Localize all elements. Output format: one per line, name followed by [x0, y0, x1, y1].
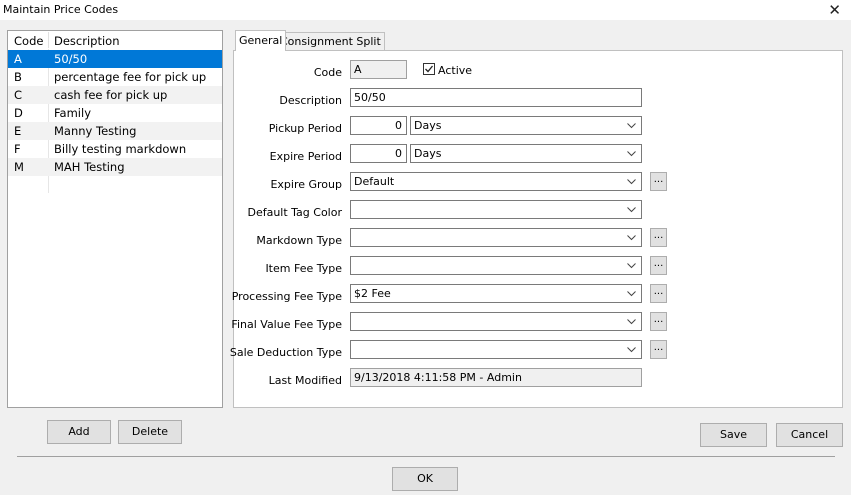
pickup-period-unit-value: Days [414, 119, 442, 132]
description-label: Description [279, 94, 342, 107]
list-item-description: cash fee for pick up [54, 88, 168, 102]
chevron-down-icon [627, 151, 636, 157]
sale-deduction-type-select[interactable] [350, 340, 642, 359]
expire-period-label: Expire Period [269, 150, 342, 163]
markdown-type-select[interactable] [350, 228, 642, 247]
chevron-down-icon [627, 291, 636, 297]
list-item-code: M [14, 160, 24, 174]
final-value-fee-type-label: Final Value Fee Type [231, 318, 342, 331]
last-modified-label: Last Modified [268, 374, 342, 387]
save-button[interactable]: Save [700, 423, 767, 447]
processing-fee-type-ellipsis-button[interactable]: ... [650, 284, 667, 303]
list-item-code: D [14, 106, 23, 120]
list-item-description: 50/50 [54, 52, 88, 66]
item-fee-type-select[interactable] [350, 256, 642, 275]
chevron-down-icon [627, 319, 636, 325]
tab-consignment-split[interactable]: Consignment Split [276, 32, 385, 50]
close-icon[interactable]: ✕ [828, 0, 841, 20]
chevron-down-icon [627, 235, 636, 241]
expire-period-unit-value: Days [414, 147, 442, 160]
list-item-description: MAH Testing [54, 160, 125, 174]
markdown-type-label: Markdown Type [256, 234, 342, 247]
column-header-description[interactable]: Description [54, 34, 120, 48]
list-item-description: Billy testing markdown [54, 142, 187, 156]
chevron-down-icon [627, 179, 636, 185]
tab-general[interactable]: General [235, 30, 287, 51]
expire-group-label: Expire Group [270, 178, 342, 191]
chevron-down-icon [627, 263, 636, 269]
chevron-down-icon [627, 123, 636, 129]
list-item-code: C [14, 88, 23, 102]
default-tag-color-label: Default Tag Color [247, 206, 342, 219]
cancel-button[interactable]: Cancel [776, 423, 843, 447]
final-value-fee-type-ellipsis-button[interactable]: ... [650, 312, 667, 331]
processing-fee-type-value: $2 Fee [354, 287, 391, 300]
active-checkbox[interactable] [423, 63, 435, 75]
column-divider [48, 32, 49, 48]
code-field: A [350, 60, 407, 79]
last-modified-field: 9/13/2018 4:11:58 PM - Admin [350, 368, 642, 387]
ok-button[interactable]: OK [392, 467, 458, 491]
expire-group-value: Default [354, 175, 395, 188]
final-value-fee-type-select[interactable] [350, 312, 642, 331]
expire-period-unit-select[interactable]: Days [410, 144, 642, 163]
expire-group-ellipsis-button[interactable]: ... [650, 172, 667, 191]
list-item-code: B [14, 70, 22, 84]
list-item-description: Manny Testing [54, 124, 137, 138]
divider [17, 456, 835, 457]
list-item-code: E [14, 124, 22, 138]
delete-button[interactable]: Delete [118, 420, 182, 444]
list-item-code: A [14, 52, 22, 66]
sale-deduction-type-ellipsis-button[interactable]: ... [650, 340, 667, 359]
title-bar: Maintain Price Codes ✕ [0, 0, 851, 20]
chevron-down-icon [627, 347, 636, 353]
item-fee-type-ellipsis-button[interactable]: ... [650, 256, 667, 275]
sale-deduction-type-label: Sale Deduction Type [229, 346, 342, 359]
checkmark-icon [425, 65, 434, 73]
list-item-code: F [14, 142, 21, 156]
list-header: Code Description [8, 31, 222, 49]
chevron-down-icon [627, 207, 636, 213]
item-fee-type-label: Item Fee Type [265, 262, 342, 275]
window-title: Maintain Price Codes [3, 3, 119, 16]
pickup-period-label: Pickup Period [268, 122, 342, 135]
processing-fee-type-select[interactable]: $2 Fee [350, 284, 642, 303]
markdown-type-ellipsis-button[interactable]: ... [650, 228, 667, 247]
expire-period-field[interactable]: 0 [350, 144, 407, 163]
processing-fee-type-label: Processing Fee Type [231, 290, 342, 303]
expire-group-select[interactable]: Default [350, 172, 642, 191]
default-tag-color-select[interactable] [350, 200, 642, 219]
active-label: Active [438, 64, 473, 77]
pickup-period-unit-select[interactable]: Days [410, 116, 642, 135]
column-header-code[interactable]: Code [14, 34, 43, 48]
list-item-description: Family [54, 106, 92, 120]
code-label: Code [313, 66, 342, 79]
description-field[interactable]: 50/50 [350, 88, 642, 107]
pickup-period-field[interactable]: 0 [350, 116, 407, 135]
add-button[interactable]: Add [47, 420, 111, 444]
